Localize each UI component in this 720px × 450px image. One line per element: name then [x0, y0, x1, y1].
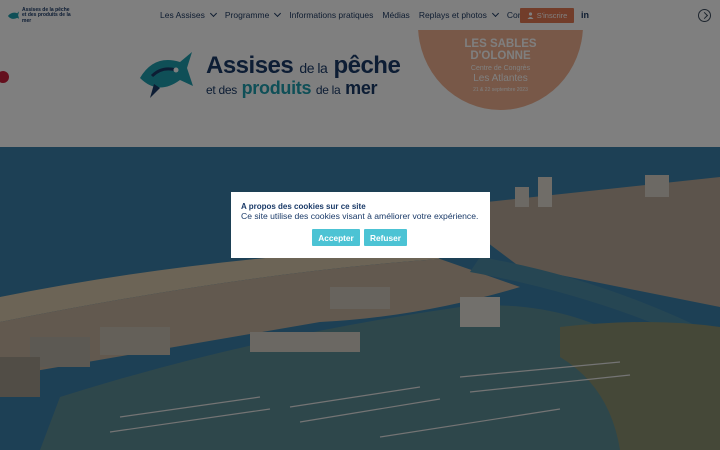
- cookie-consent-dialog: A propos des cookies sur ce site Ce site…: [231, 192, 490, 258]
- accept-cookies-button[interactable]: Accepter: [312, 229, 360, 246]
- cookie-dialog-title: A propos des cookies sur ce site: [241, 202, 366, 211]
- cookie-dialog-text: Ce site utilise des cookies visant à amé…: [241, 211, 479, 221]
- refuse-cookies-button[interactable]: Refuser: [364, 229, 407, 246]
- cookie-actions: Accepter Refuser: [312, 229, 407, 246]
